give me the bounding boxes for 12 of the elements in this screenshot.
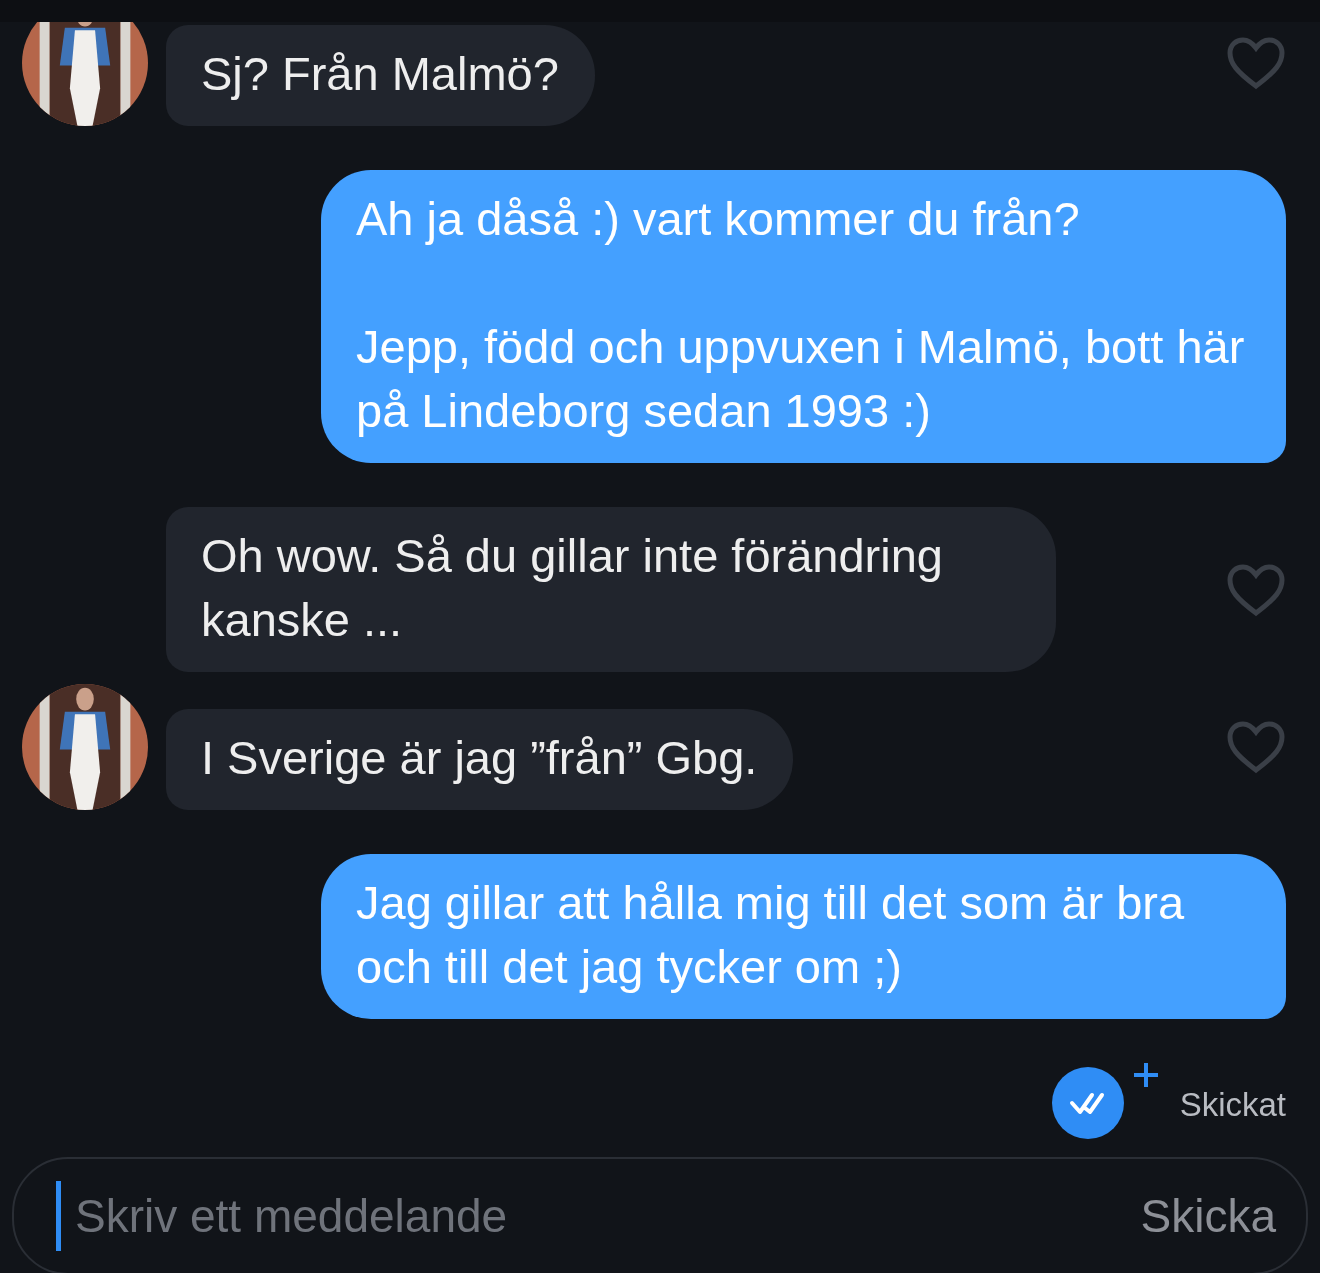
message-bubble: Oh wow. Så du gillar inte förändring kanske ... bbox=[166, 507, 1056, 672]
text-cursor bbox=[56, 1181, 61, 1251]
status-text: Skickat bbox=[1179, 1086, 1286, 1124]
message-bubble: Ah ja dåså :) vart kommer du från? Jepp, född och uppvuxen i Malmö, bott här på Lindeborg sedan 1993 :) bbox=[321, 170, 1286, 463]
message-input[interactable]: Skriv ett meddelande Skicka bbox=[12, 1157, 1308, 1273]
send-button[interactable]: Skicka bbox=[1140, 1189, 1276, 1243]
message-bubble: Sj? Från Malmö? bbox=[166, 25, 595, 126]
heart-icon[interactable] bbox=[1226, 36, 1286, 90]
message-bubble: Jag gillar att hålla mig till det som är bra och till det jag tycker om ;) bbox=[321, 854, 1286, 1019]
heart-icon[interactable] bbox=[1226, 720, 1286, 774]
heart-icon[interactable] bbox=[1226, 562, 1286, 617]
message-bubble: I Sverige är jag ”från” Gbg. bbox=[166, 709, 794, 810]
